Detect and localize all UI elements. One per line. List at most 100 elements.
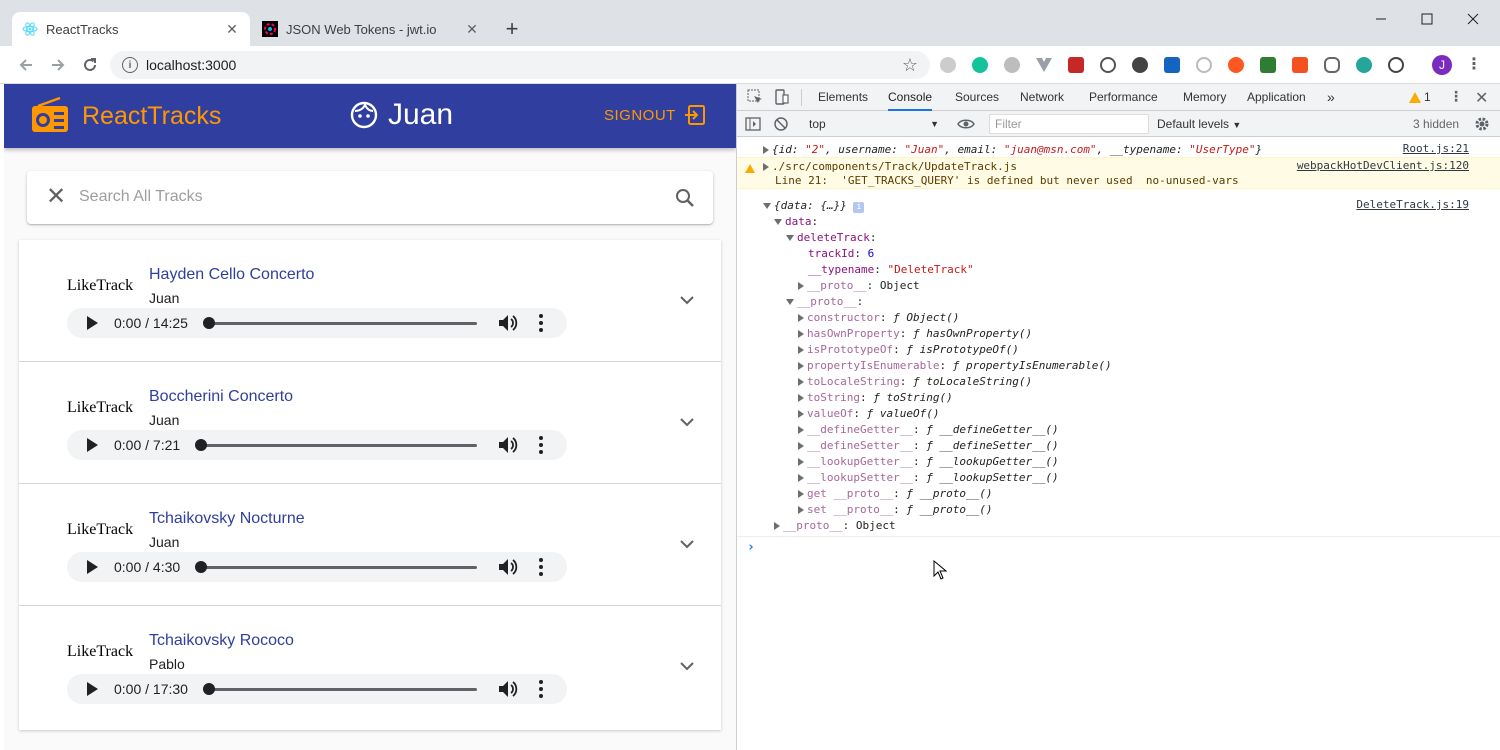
tree-node[interactable]: toString: ƒ toString() [798,390,953,406]
forward-arrow-icon[interactable] [46,53,70,77]
like-track-button[interactable]: LikeTrack [67,643,133,661]
extension-icon[interactable] [1226,55,1246,75]
tree-node[interactable]: deleteTrack: [786,230,876,246]
play-icon[interactable] [85,682,99,696]
extension-icon[interactable] [1258,55,1278,75]
current-user[interactable]: Juan [350,98,453,132]
devtools-tab-sources[interactable]: Sources [955,84,999,111]
tree-node[interactable]: constructor: ƒ Object() [798,310,959,326]
play-icon[interactable] [85,316,99,330]
play-icon[interactable] [85,438,99,452]
warnings-badge[interactable]: 1 [1409,90,1431,104]
extension-icon[interactable] [1098,55,1118,75]
tree-node[interactable]: valueOf: ƒ valueOf() [798,406,939,422]
log-source-link[interactable]: webpackHotDevClient.js:120 [1297,159,1469,172]
maximize-icon[interactable] [1404,6,1450,32]
browser-menu-icon[interactable]: ⋮ [1466,55,1482,75]
extension-icon[interactable] [1162,55,1182,75]
address-bar[interactable]: i localhost:3000 ☆ [110,51,930,79]
browser-tab-jwt[interactable]: JSON Web Tokens - jwt.io ✕ [252,12,490,46]
audio-options-icon[interactable] [537,558,545,576]
bookmark-star-icon[interactable]: ☆ [902,55,918,76]
volume-icon[interactable] [499,436,519,454]
search-input[interactable] [79,184,659,210]
log-levels-dropdown[interactable]: Default levels ▼ [1157,114,1241,135]
gear-icon[interactable] [1473,115,1491,133]
seek-knob[interactable] [203,317,215,329]
log-user-object[interactable]: {id: "2", username: "Juan", email: "juan… [763,142,1262,158]
tree-node[interactable]: __lookupGetter__: ƒ __lookupGetter__() [798,454,1059,470]
reload-icon[interactable] [78,53,102,77]
log-source-link[interactable]: Root.js:21 [1403,142,1469,155]
vue-devtools-icon[interactable] [1034,55,1054,75]
extension-icon[interactable] [1322,55,1342,75]
seek-knob[interactable] [195,561,207,573]
tree-node[interactable]: hasOwnProperty: ƒ hasOwnProperty() [798,326,1032,342]
seek-bar[interactable] [195,439,477,451]
audio-options-icon[interactable] [537,314,545,332]
like-track-button[interactable]: LikeTrack [67,521,133,539]
chevron-down-icon[interactable] [677,656,697,676]
eye-icon[interactable] [957,116,975,132]
extension-icon[interactable] [1130,55,1150,75]
site-info-icon[interactable]: i [122,57,138,73]
devtools-tab-performance[interactable]: Performance [1089,84,1158,111]
seek-bar[interactable] [195,561,477,573]
tree-node[interactable]: set __proto__: ƒ __proto__() [798,502,992,518]
minimize-icon[interactable] [1358,6,1404,32]
chevron-down-icon[interactable] [677,534,697,554]
log-delete-result[interactable]: {data: {…}} i [763,198,865,214]
browser-tab-reacttracks[interactable]: ReactTracks ✕ [12,12,250,46]
console-prompt-icon[interactable]: › [747,540,755,555]
clear-search-icon[interactable]: ✕ [44,185,68,209]
seek-knob[interactable] [195,439,207,451]
back-arrow-icon[interactable] [14,53,38,77]
devtools-tab-network[interactable]: Network [1020,84,1064,111]
volume-icon[interactable] [499,314,519,332]
brand[interactable]: ReactTracks [30,96,221,136]
log-source-link[interactable]: DeleteTrack.js:19 [1356,198,1469,211]
console-filter-input[interactable]: Filter [989,114,1149,134]
tree-node[interactable]: __lookupSetter__: ƒ __lookupSetter__() [798,470,1059,486]
devtools-tab-memory[interactable]: Memory [1183,84,1226,111]
tree-node[interactable]: __proto__: Object [774,518,896,534]
extension-icon[interactable] [1002,55,1022,75]
extension-icon[interactable] [938,55,958,75]
like-track-button[interactable]: LikeTrack [67,277,133,295]
context-selector[interactable]: top ▼ [805,114,941,134]
audio-options-icon[interactable] [537,680,545,698]
device-toolbar-icon[interactable] [773,89,789,105]
chevron-down-icon[interactable] [677,412,697,432]
seek-bar[interactable] [203,683,477,695]
tree-node[interactable]: toLocaleString: ƒ toLocaleString() [798,374,1032,390]
window-close-icon[interactable] [1450,6,1496,32]
extension-icon[interactable] [1354,55,1374,75]
extension-icon[interactable] [1290,55,1310,75]
like-track-button[interactable]: LikeTrack [67,399,133,417]
play-icon[interactable] [85,560,99,574]
extension-icon[interactable] [1386,55,1406,75]
devtools-tab-console[interactable]: Console [888,84,933,111]
more-tabs-icon[interactable]: » [1327,84,1335,111]
devtools-tab-elements[interactable]: Elements [818,84,868,111]
sidebar-toggle-icon[interactable] [745,116,761,132]
grammarly-icon[interactable] [970,55,990,75]
clear-console-icon[interactable] [773,116,789,132]
tree-node[interactable]: __defineSetter__: ƒ __defineSetter__() [798,438,1059,454]
devtools-menu-icon[interactable]: ⋮ [1449,88,1463,105]
profile-avatar[interactable]: J [1432,55,1452,75]
close-devtools-icon[interactable]: ✕ [1475,88,1488,108]
chevron-down-icon[interactable] [677,290,697,310]
tree-node[interactable]: __proto__: [786,294,863,310]
extension-icon[interactable] [1066,55,1086,75]
tree-node[interactable]: __proto__: Object [798,278,920,294]
new-tab-button[interactable]: + [500,18,524,42]
tree-node[interactable]: isPrototypeOf: ƒ isPrototypeOf() [798,342,1019,358]
audio-options-icon[interactable] [537,436,545,454]
close-tab-icon[interactable]: ✕ [224,21,240,37]
inspect-element-icon[interactable] [747,89,763,105]
seek-knob[interactable] [203,683,215,695]
tree-node[interactable]: __defineGetter__: ƒ __defineGetter__() [798,422,1059,438]
tree-node[interactable]: data: [774,214,818,230]
volume-icon[interactable] [499,680,519,698]
